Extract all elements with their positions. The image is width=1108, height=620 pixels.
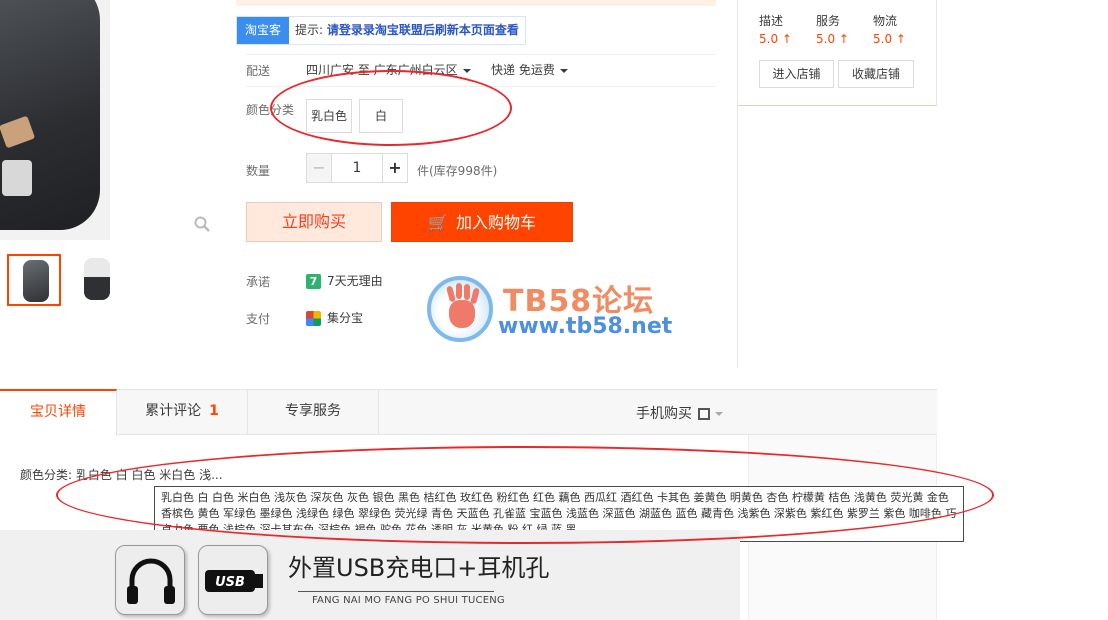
jifenbao-icon (306, 311, 321, 326)
seven-day-icon: 7 (306, 274, 321, 289)
color-label: 颜色分类 (246, 103, 295, 117)
qr-code-icon (698, 408, 710, 420)
tab-reviews-label: 累计评论 (145, 403, 202, 419)
taoke-tip-text: 提示: 请登录录淘宝联盟后刷新本页面查看 (295, 23, 519, 37)
payment-text: 集分宝 (327, 311, 364, 325)
magnifier-icon[interactable] (194, 216, 210, 232)
shipping-route-select[interactable]: 四川广安 至 广东广州白云区 (306, 61, 471, 78)
divider (246, 86, 716, 87)
power-bank-image (2, 160, 32, 196)
chevron-down-icon (462, 68, 471, 73)
buy-now-button[interactable]: 立即购买 (246, 202, 382, 242)
stock-text: 件(库存998件) (417, 164, 498, 178)
divider (246, 54, 716, 55)
taoke-tip: 淘宝客 提示: 请登录录淘宝联盟后刷新本页面查看 (236, 16, 526, 45)
taoke-badge: 淘宝客 (237, 17, 290, 44)
banner-title: 外置USB充电口+耳机孔 (288, 554, 550, 582)
tab-reviews[interactable]: 累计评论 1 (117, 389, 248, 435)
hand-logo-icon (427, 276, 493, 342)
add-to-cart-label: 加入购物车 (455, 213, 536, 232)
rating-logistics: 物流 5.0 ↑ (873, 14, 906, 46)
chevron-down-icon (715, 412, 723, 416)
payment-item[interactable]: 集分宝 (306, 309, 363, 326)
color-option-white[interactable]: 白 (359, 99, 403, 133)
enter-store-button[interactable]: 进入店铺 (759, 60, 834, 88)
taoke-login-link[interactable]: 请登录录淘宝联盟后刷新本页面查看 (327, 23, 519, 37)
banner-subtitle: FANG NAI MO FANG PO SHUI TUCENG (312, 595, 505, 606)
thumbnail-2[interactable] (70, 254, 124, 306)
promise-label: 承诺 (246, 275, 271, 289)
mobile-buy-label: 手机购买 (636, 406, 692, 422)
add-to-cart-button[interactable]: 🛒 加入购物车 (391, 202, 573, 242)
payment-label: 支付 (246, 312, 271, 326)
chevron-down-icon (559, 68, 568, 73)
shipping-method-select[interactable]: 快递 免运费 (491, 61, 568, 78)
quantity-minus-button[interactable]: − (306, 153, 332, 183)
quantity-label: 数量 (246, 164, 271, 178)
quantity-input[interactable]: 1 (332, 153, 382, 183)
quantity-plus-button[interactable]: + (382, 153, 408, 183)
thumbnail-backpack-dark (23, 260, 49, 302)
thumbnail-1[interactable] (7, 254, 61, 306)
tab-details[interactable]: 宝贝详情 (0, 389, 117, 436)
tab-services[interactable]: 专享服务 (248, 389, 379, 435)
shipping-label: 配送 (246, 64, 271, 78)
promise-text: 7天无理由 (327, 274, 383, 288)
thumbnail-backpack-light (84, 258, 110, 300)
favorite-store-button[interactable]: 收藏店铺 (838, 60, 914, 88)
attribute-color-line[interactable]: 颜色分类: 乳白色 白 白色 米白色 浅... (20, 466, 223, 483)
main-product-image[interactable] (0, 0, 110, 240)
color-option-cream[interactable]: 乳白色 (306, 99, 352, 133)
quantity-stepper: − 1 + (306, 153, 408, 183)
banner-divider (298, 591, 494, 592)
rating-description: 描述 5.0 ↑ (759, 14, 792, 46)
promise-item[interactable]: 7 7天无理由 (306, 272, 383, 289)
promo-bar (236, 0, 716, 6)
cart-icon: 🛒 (428, 213, 448, 232)
usb-icon: USB (198, 545, 268, 615)
headphones-icon (115, 545, 185, 615)
review-count: 1 (209, 403, 219, 419)
mobile-buy-button[interactable]: 手机购买 (636, 403, 723, 423)
rating-service: 服务 5.0 ↑ (816, 14, 849, 46)
svg-text:USB: USB (215, 575, 245, 590)
divider (737, 106, 738, 368)
watermark-url: www.tb58.net (498, 314, 673, 339)
